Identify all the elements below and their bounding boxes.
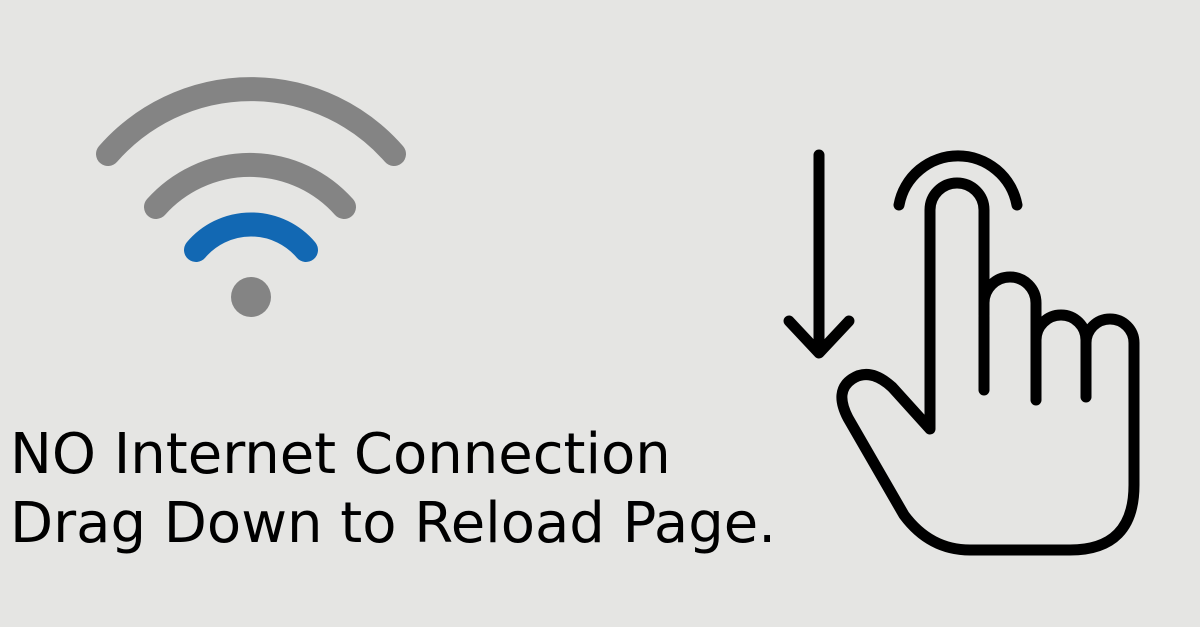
offline-screen[interactable]: NO Internet Connection Drag Down to Relo…	[0, 0, 1200, 627]
swipe-down-hand-icon	[783, 149, 1140, 556]
wifi-inner-arc-active	[184, 212, 318, 262]
arrow-down-icon	[783, 149, 855, 359]
wifi-icon	[96, 77, 406, 317]
wifi-dot	[231, 277, 271, 317]
wifi-outer-arc	[96, 77, 406, 166]
wifi-middle-arc	[144, 152, 356, 219]
